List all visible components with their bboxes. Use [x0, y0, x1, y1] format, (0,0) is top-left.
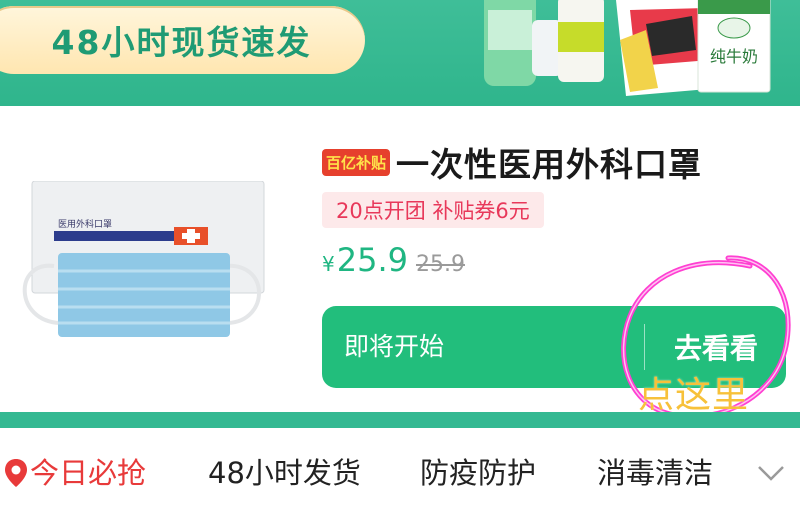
sale-status-label: 即将开始: [344, 332, 445, 361]
divider-strip: [0, 412, 800, 428]
category-tab-epidemic[interactable]: 防疫防护: [420, 428, 536, 519]
subsidy-badge: 百亿补贴: [322, 148, 391, 176]
product-title-row: 百亿补贴 一次性医用外科口罩: [322, 142, 702, 184]
location-pin-icon: [5, 459, 27, 487]
category-bar: 今日必抢 48小时发货 防疫防护 消毒清洁: [0, 428, 800, 519]
promo-tag-text: 20点开团 补贴券6元: [336, 199, 530, 223]
annotation-text: 点这里: [638, 375, 750, 416]
promo-tag: 20点开团 补贴券6元: [322, 192, 544, 228]
promo-banner[interactable]: 48小时现货速发 纯牛奶: [0, 0, 800, 106]
current-price: 25.9: [336, 241, 408, 279]
milk-carton-label: 纯牛奶: [710, 47, 758, 66]
action-divider: [644, 324, 645, 370]
chevron-down-icon[interactable]: [756, 463, 786, 483]
original-price: 25.9: [415, 252, 465, 277]
banner-product-illustration: 纯牛奶: [484, 0, 771, 96]
package-label: 医用外科口罩: [58, 218, 112, 230]
price-row: ¥ 25.9 25.9: [322, 241, 465, 281]
category-tab-today[interactable]: 今日必抢: [30, 428, 146, 519]
mask-product-image[interactable]: 医用外科口罩: [14, 181, 276, 351]
banner-title: 48小时现货速发: [51, 23, 312, 62]
category-tab-48h[interactable]: 48小时发货: [208, 428, 361, 519]
currency-symbol: ¥: [322, 252, 335, 276]
banner-title-pill: 48小时现货速发: [0, 6, 365, 74]
category-tab-disinfect[interactable]: 消毒清洁: [597, 428, 713, 519]
product-title[interactable]: 一次性医用外科口罩: [396, 138, 702, 186]
